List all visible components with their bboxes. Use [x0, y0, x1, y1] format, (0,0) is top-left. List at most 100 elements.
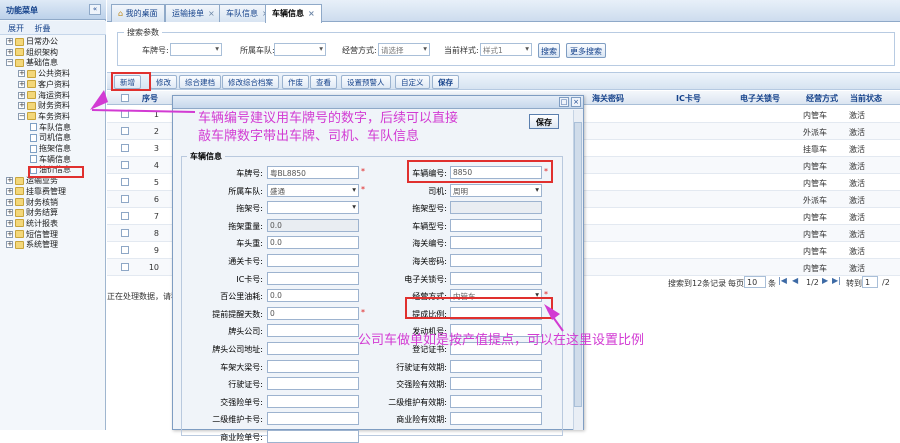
more-search-button[interactable]: 更多搜索: [566, 43, 606, 58]
menu-item[interactable]: + 公共资料: [18, 68, 70, 79]
field-input[interactable]: [450, 412, 542, 426]
field-input[interactable]: [267, 359, 359, 373]
row-checkbox[interactable]: [121, 263, 129, 271]
toolbar-button[interactable]: 保存: [432, 75, 459, 89]
field-select[interactable]: 盛通: [267, 183, 359, 197]
expand-icon[interactable]: +: [18, 70, 25, 78]
menu-item[interactable]: + 日常办公: [6, 36, 58, 47]
field-input[interactable]: [267, 412, 359, 426]
expand-icon[interactable]: +: [6, 209, 13, 217]
toolbar-button[interactable]: 设置预警人: [341, 75, 391, 89]
expand-icon[interactable]: +: [18, 91, 25, 99]
tab-desktop[interactable]: ⌂ 我的桌面: [111, 4, 165, 22]
save-button[interactable]: 保存: [529, 114, 559, 129]
tab-vehicle-info[interactable]: 车辆信息 ×: [265, 4, 322, 23]
collapse-icon[interactable]: −: [6, 59, 13, 67]
expand-icon[interactable]: +: [18, 80, 25, 88]
expand-icon[interactable]: +: [6, 241, 13, 249]
field-input[interactable]: [450, 218, 542, 232]
toolbar-button[interactable]: 修改综合档案: [222, 75, 279, 89]
menu-item[interactable]: + 短信管理: [6, 229, 58, 240]
collapse-all-button[interactable]: 折叠: [35, 23, 51, 34]
expand-all-button[interactable]: 展开: [8, 23, 24, 34]
field-input[interactable]: 粤BL8850: [267, 166, 359, 179]
menu-item[interactable]: + 统计报表: [6, 218, 58, 229]
menu-item[interactable]: + 挂靠费管理: [6, 186, 66, 197]
field-input[interactable]: [267, 342, 359, 355]
menu-item[interactable]: + 财务核销: [6, 197, 58, 208]
search-button[interactable]: 搜索: [538, 43, 560, 58]
toolbar-button[interactable]: 自定义: [395, 75, 430, 89]
expand-icon[interactable]: +: [6, 177, 13, 185]
per-page-input[interactable]: 10: [744, 276, 766, 288]
row-checkbox[interactable]: [121, 178, 129, 186]
row-checkbox[interactable]: [121, 110, 129, 118]
vehicle-no-select[interactable]: [170, 43, 222, 56]
row-checkbox[interactable]: [121, 229, 129, 237]
expand-icon[interactable]: +: [6, 219, 13, 227]
last-page-icon[interactable]: ▶|: [832, 276, 841, 285]
menu-item[interactable]: 车辆信息: [30, 154, 71, 165]
field-input[interactable]: [267, 394, 359, 408]
menu-item[interactable]: 拖架信息: [30, 143, 71, 154]
collapse-icon[interactable]: −: [18, 112, 25, 120]
menu-item[interactable]: + 海运资料: [18, 90, 70, 101]
select-all-checkbox[interactable]: [121, 94, 129, 102]
menu-item[interactable]: 车队信息: [30, 122, 71, 133]
first-page-icon[interactable]: |◀: [778, 276, 787, 285]
prev-page-icon[interactable]: ◀: [792, 276, 798, 285]
field-input[interactable]: 0: [267, 306, 359, 320]
minimize-icon[interactable]: □: [559, 97, 569, 107]
tab-transport-orders[interactable]: 运输接单 ×: [165, 4, 222, 22]
field-input[interactable]: [267, 324, 359, 338]
menu-item[interactable]: + 客户资料: [18, 79, 70, 90]
style-select[interactable]: 样式1: [480, 43, 532, 56]
field-input[interactable]: [267, 254, 359, 267]
field-input[interactable]: 0.0: [267, 289, 359, 303]
field-input[interactable]: [450, 394, 542, 408]
field-input[interactable]: [267, 430, 359, 443]
row-checkbox[interactable]: [121, 195, 129, 203]
expand-icon[interactable]: +: [6, 48, 13, 56]
close-icon[interactable]: ×: [208, 9, 215, 18]
row-checkbox[interactable]: [121, 127, 129, 135]
expand-icon[interactable]: +: [6, 38, 13, 45]
row-checkbox[interactable]: [121, 161, 129, 169]
menu-item[interactable]: − 车务资料: [18, 111, 70, 122]
close-icon[interactable]: ×: [308, 9, 315, 18]
field-input[interactable]: [267, 271, 359, 285]
expand-icon[interactable]: +: [6, 198, 13, 206]
toolbar-button[interactable]: 查看: [310, 75, 337, 89]
next-page-icon[interactable]: ▶: [822, 276, 828, 285]
field-input[interactable]: [450, 377, 542, 391]
row-checkbox[interactable]: [121, 144, 129, 152]
toolbar-button[interactable]: 作废: [282, 75, 309, 89]
menu-item[interactable]: + 系统管理: [6, 239, 58, 250]
field-select[interactable]: 周明: [450, 183, 542, 197]
menu-item[interactable]: + 财务结算: [6, 207, 58, 218]
expand-icon[interactable]: +: [18, 102, 25, 110]
goto-input[interactable]: 1: [862, 276, 878, 288]
field-input[interactable]: [267, 377, 359, 391]
toolbar-button[interactable]: 综合建档: [179, 75, 221, 89]
field-input[interactable]: [450, 271, 542, 285]
menu-item[interactable]: + 财务资料: [18, 100, 70, 111]
expand-icon[interactable]: +: [6, 230, 13, 238]
dialog-scroll-thumb[interactable]: [574, 122, 582, 407]
fleet-select[interactable]: [274, 43, 326, 56]
toolbar-button[interactable]: 修改: [150, 75, 177, 89]
row-checkbox[interactable]: [121, 212, 129, 220]
field-input[interactable]: [450, 254, 542, 267]
collapse-sidebar-button[interactable]: «: [89, 4, 101, 15]
menu-item[interactable]: + 组织架构: [6, 47, 58, 58]
close-icon[interactable]: ×: [571, 97, 581, 107]
field-select[interactable]: [267, 201, 359, 215]
row-checkbox[interactable]: [121, 246, 129, 254]
menu-item[interactable]: 司机信息: [30, 132, 71, 143]
field-input[interactable]: 0.0: [267, 236, 359, 250]
field-input[interactable]: [450, 359, 542, 373]
expand-icon[interactable]: +: [6, 187, 13, 195]
menu-item[interactable]: − 基础信息: [6, 57, 58, 68]
mode-select[interactable]: 请选择: [378, 43, 430, 56]
field-input[interactable]: [450, 236, 542, 250]
